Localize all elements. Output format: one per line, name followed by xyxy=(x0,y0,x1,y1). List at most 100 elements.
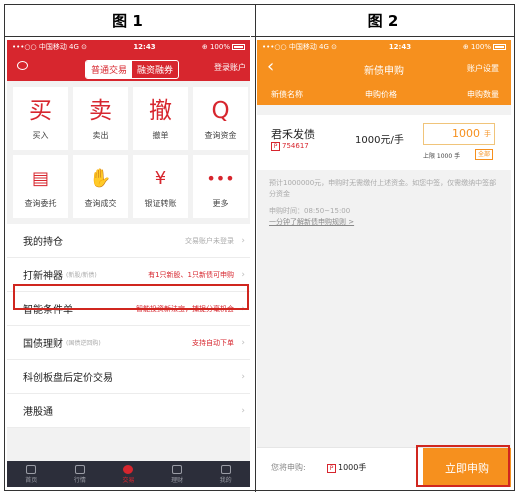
bond-code: P 754617 xyxy=(271,142,309,151)
tab-market[interactable]: 行情 xyxy=(56,461,105,487)
chevron-right-icon: › xyxy=(241,405,245,416)
figure-1-title: 图 1 xyxy=(5,5,250,37)
buy-button[interactable]: 买买入 xyxy=(13,87,68,150)
status-bar: •••○○ 中国移动 4G ⊙ 12:43 ⊕ 100% xyxy=(7,40,250,53)
home-icon xyxy=(26,464,37,474)
bond-price: 1000元/手 xyxy=(355,135,404,146)
col-price: 申购价格 xyxy=(365,89,397,99)
list-item-hk-connect[interactable]: 港股通 › xyxy=(7,394,250,428)
header: •••○○ 中国移动 4G ⊙ 12:43 ⊕ 100% ‹ 新债申购 账户设置… xyxy=(257,40,511,105)
will-subscribe-qty: P 1000手 xyxy=(327,462,366,473)
battery-text: ⊕ 100% xyxy=(463,43,506,51)
sell-button[interactable]: 卖卖出 xyxy=(73,87,128,150)
query-deals-label: 查询成交 xyxy=(84,199,117,208)
user-icon xyxy=(220,464,231,474)
login-link[interactable]: 登录账户 xyxy=(214,62,246,73)
nav-bar: 普通交易 融资融券 登录账户 xyxy=(7,53,250,81)
carrier-text: •••○○ 中国移动 4G ⊙ xyxy=(12,42,88,51)
list-item-label: 国债理财 xyxy=(23,339,63,350)
column-header: 新债名称 申购价格 申购数量 xyxy=(257,83,511,105)
document-icon: ▤ xyxy=(31,168,49,189)
subscription-time: 申购时间：08:50~15:00 xyxy=(269,207,351,215)
list-item-star-market[interactable]: 科创板盘后定价交易 › xyxy=(7,360,250,394)
clock: 12:43 xyxy=(133,42,156,51)
tab-wealth[interactable]: 理财 xyxy=(153,461,202,487)
tab-trade[interactable]: 交易 xyxy=(104,461,153,487)
message-icon[interactable] xyxy=(17,61,28,70)
fund-note: 预计1000000元，申购时无需缴付上述资金。如您中签，仅需缴纳中签部分资金 xyxy=(269,179,497,198)
divider xyxy=(255,5,256,492)
cancel-order-button[interactable]: 撤撤单 xyxy=(133,87,188,150)
market-badge: P xyxy=(327,464,336,473)
rules-link[interactable]: 一分钟了解新债申购规则 > xyxy=(257,217,511,227)
quantity-value: 1000 xyxy=(452,127,480,140)
buy-label: 买入 xyxy=(32,131,49,140)
query-deals-button[interactable]: ✋ 查询成交 xyxy=(73,155,128,218)
bottom-tab-bar: 首页 行情 交易 理财 我的 xyxy=(7,461,250,487)
tab-margin-trade[interactable]: 融资融券 xyxy=(132,61,178,78)
list-item-hint: 交易账户未登录 xyxy=(185,236,234,245)
chevron-right-icon: › xyxy=(241,235,245,246)
wallet-icon xyxy=(172,464,183,474)
quantity-input[interactable]: 1000 手 xyxy=(423,123,495,145)
list-item-sub: (新股/新债) xyxy=(66,272,97,279)
more-label: 更多 xyxy=(212,199,229,208)
transfer-icon: ¥ xyxy=(154,168,167,189)
clock: 12:43 xyxy=(388,42,412,51)
list-item-label: 我的持仓 xyxy=(23,237,63,248)
query-funds-button[interactable]: Q 查询资金 xyxy=(193,87,248,150)
buy-icon: 买 xyxy=(29,98,52,124)
chart-icon xyxy=(74,464,85,474)
sell-icon: 卖 xyxy=(89,98,112,124)
bank-transfer-button[interactable]: ¥ 银证转账 xyxy=(133,155,188,218)
quantity-limit: 上限 1000 手 xyxy=(423,153,461,160)
bank-transfer-label: 银证转账 xyxy=(144,199,177,208)
tab-label: 交易 xyxy=(122,476,135,484)
will-subscribe-label: 您将申购: xyxy=(271,463,306,472)
list-item-holdings[interactable]: 我的持仓 交易账户未登录 › xyxy=(7,224,250,258)
bond-row: 君禾发债 P 754617 1000元/手 1000 手 上限 1000 手 全部 xyxy=(257,115,511,170)
header: •••○○ 中国移动 4G ⊙ 12:43 ⊕ 100% 普通交易 融资融券 登… xyxy=(7,40,250,81)
tab-me[interactable]: 我的 xyxy=(201,461,250,487)
highlight-box xyxy=(416,445,510,487)
query-orders-label: 查询委托 xyxy=(24,199,57,208)
trading-screen: •••○○ 中国移动 4G ⊙ 12:43 ⊕ 100% 普通交易 融资融券 登… xyxy=(7,40,250,487)
tab-home[interactable]: 首页 xyxy=(7,461,56,487)
cancel-icon: 撤 xyxy=(149,98,172,124)
battery-icon xyxy=(493,43,506,50)
list-item-hint: 有1只新股、1只新债可申购 xyxy=(148,270,234,279)
trade-mode-switch: 普通交易 融资融券 xyxy=(85,60,180,79)
handshake-icon: ✋ xyxy=(89,168,112,189)
col-name: 新债名称 xyxy=(271,89,303,99)
tab-label: 首页 xyxy=(25,476,38,484)
account-settings-link[interactable]: 账户设置 xyxy=(467,63,499,74)
tab-normal-trade[interactable]: 普通交易 xyxy=(86,61,133,78)
col-qty: 申购数量 xyxy=(467,89,499,99)
battery-icon xyxy=(232,43,245,50)
bond-name: 君禾发债 xyxy=(271,128,315,141)
trade-icon xyxy=(123,464,134,474)
all-button[interactable]: 全部 xyxy=(475,149,494,160)
tab-label: 理财 xyxy=(171,476,184,484)
feature-list: 我的持仓 交易账户未登录 › 打新神器 (新股/新债) 有1只新股、1只新债可申购 › 智… xyxy=(7,224,250,428)
list-item-label: 港股通 xyxy=(23,407,53,418)
search-icon: Q xyxy=(211,98,230,124)
more-button[interactable]: ••• 更多 xyxy=(193,155,248,218)
carrier-text: •••○○ 中国移动 4G ⊙ xyxy=(262,42,338,51)
bond-code-text: 754617 xyxy=(282,142,309,150)
list-item-repo[interactable]: 国债理财 (国债逆回购) 支持自动下单 › xyxy=(7,326,250,360)
action-grid: 买买入 卖卖出 撤撤单 Q 查询资金 ▤ 查询委托 ✋ 查询成交 ¥ 银证转账 ••• 更… xyxy=(7,81,250,224)
status-bar: •••○○ 中国移动 4G ⊙ 12:43 ⊕ 100% xyxy=(257,40,511,53)
query-orders-button[interactable]: ▤ 查询委托 xyxy=(13,155,68,218)
bond-subscription-screen: •••○○ 中国移动 4G ⊙ 12:43 ⊕ 100% ‹ 新债申购 账户设置… xyxy=(257,40,511,487)
figure-2-title: 图 2 xyxy=(251,5,515,37)
tab-label: 行情 xyxy=(73,476,86,484)
chevron-right-icon: › xyxy=(241,371,245,382)
cancel-label: 撤单 xyxy=(152,131,169,140)
chevron-right-icon: › xyxy=(241,337,245,348)
list-item-label: 科创板盘后定价交易 xyxy=(23,373,113,384)
chevron-right-icon: › xyxy=(241,269,245,280)
list-item-label: 打新神器 xyxy=(23,271,63,282)
query-funds-label: 查询资金 xyxy=(204,131,237,140)
battery-text: ⊕ 100% xyxy=(202,43,245,51)
